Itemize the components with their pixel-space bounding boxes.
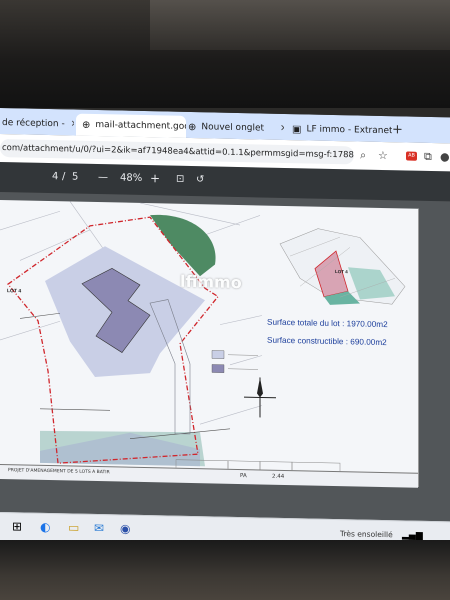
fit-to-page-icon[interactable]: ⊡	[176, 174, 184, 185]
north-arrow-icon	[244, 377, 276, 418]
sheet-code: PA	[240, 473, 247, 480]
page-separator: /	[62, 171, 66, 183]
lfimmo-watermark-logo: lfimmo	[180, 271, 242, 293]
page-number-input[interactable]: 4	[52, 171, 58, 182]
pdf-page: LOT 4 LOT 4 lfimmo Surface totale du lot…	[0, 200, 419, 488]
screen: de réception - ✕ ⊕ mail-attachment.goo ✕…	[0, 108, 450, 550]
tab-inbox[interactable]: de réception - ✕	[0, 112, 74, 136]
start-icon[interactable]: ⊞	[12, 519, 22, 533]
lot-label-inset: LOT 4	[335, 269, 348, 275]
lot-label-main: LOT 4	[7, 288, 22, 295]
url-field[interactable]: com/attachment/u/0/?ui=2&ik=af71948ea4&a…	[0, 139, 354, 165]
monitor-bezel	[0, 0, 450, 108]
extensions-puzzle-icon[interactable]: ⧉	[424, 150, 432, 164]
sheet-number: 2.44	[272, 473, 285, 480]
inset-location-map	[279, 228, 406, 305]
new-tab-button[interactable]: +	[392, 122, 403, 137]
green-space-area	[150, 214, 216, 277]
tab-new-tab[interactable]: ⊕ Nouvel onglet ✕	[186, 116, 284, 140]
project-title: PROJET D'AMENAGEMENT DE 5 LOTS A BATIR	[8, 468, 110, 476]
tab-label: mail-attachment.goo	[95, 119, 186, 132]
tab-label: de réception -	[2, 118, 65, 130]
page-total: 5	[72, 171, 79, 183]
profile-icon[interactable]: ●	[440, 150, 450, 163]
desk-surface	[0, 540, 450, 600]
globe-icon: ⊕	[188, 121, 197, 133]
tab-label: LF immo - Extranet	[306, 124, 392, 137]
app-icon[interactable]: ◉	[120, 522, 130, 536]
zoom-in-button[interactable]: +	[150, 171, 160, 185]
tab-label: Nouvel onglet	[201, 122, 265, 134]
pdf-viewer: LOT 4 LOT 4 lfimmo Surface totale du lot…	[0, 192, 450, 522]
file-explorer-icon[interactable]: ▭	[68, 520, 79, 534]
legend-swatch-buildable	[211, 350, 225, 359]
weather-status[interactable]: Très ensoleillé	[340, 529, 393, 539]
lf-immo-logo-icon: ▣	[292, 123, 302, 135]
rotate-icon[interactable]: ↺	[196, 174, 204, 185]
tab-lf-immo-extranet[interactable]: ▣ LF immo - Extranet ✕	[288, 118, 392, 142]
tab-mail-attachment[interactable]: ⊕ mail-attachment.goo ✕	[76, 113, 186, 138]
extension-icon[interactable]: AB	[406, 151, 417, 161]
close-icon[interactable]: ✕	[280, 124, 284, 134]
mail-icon[interactable]: ✉	[94, 521, 104, 535]
edge-browser-icon[interactable]: ◐	[40, 520, 50, 534]
globe-icon: ⊕	[82, 119, 91, 131]
legend-swatch-footprint	[211, 364, 225, 373]
bookmark-star-icon[interactable]: ☆	[378, 149, 388, 162]
close-icon[interactable]: ✕	[71, 119, 74, 129]
search-icon[interactable]: ⌕	[360, 149, 366, 163]
light-reflection	[150, 0, 450, 50]
zoom-out-button[interactable]: —	[98, 172, 108, 183]
zoom-level[interactable]: 48%	[120, 173, 142, 184]
